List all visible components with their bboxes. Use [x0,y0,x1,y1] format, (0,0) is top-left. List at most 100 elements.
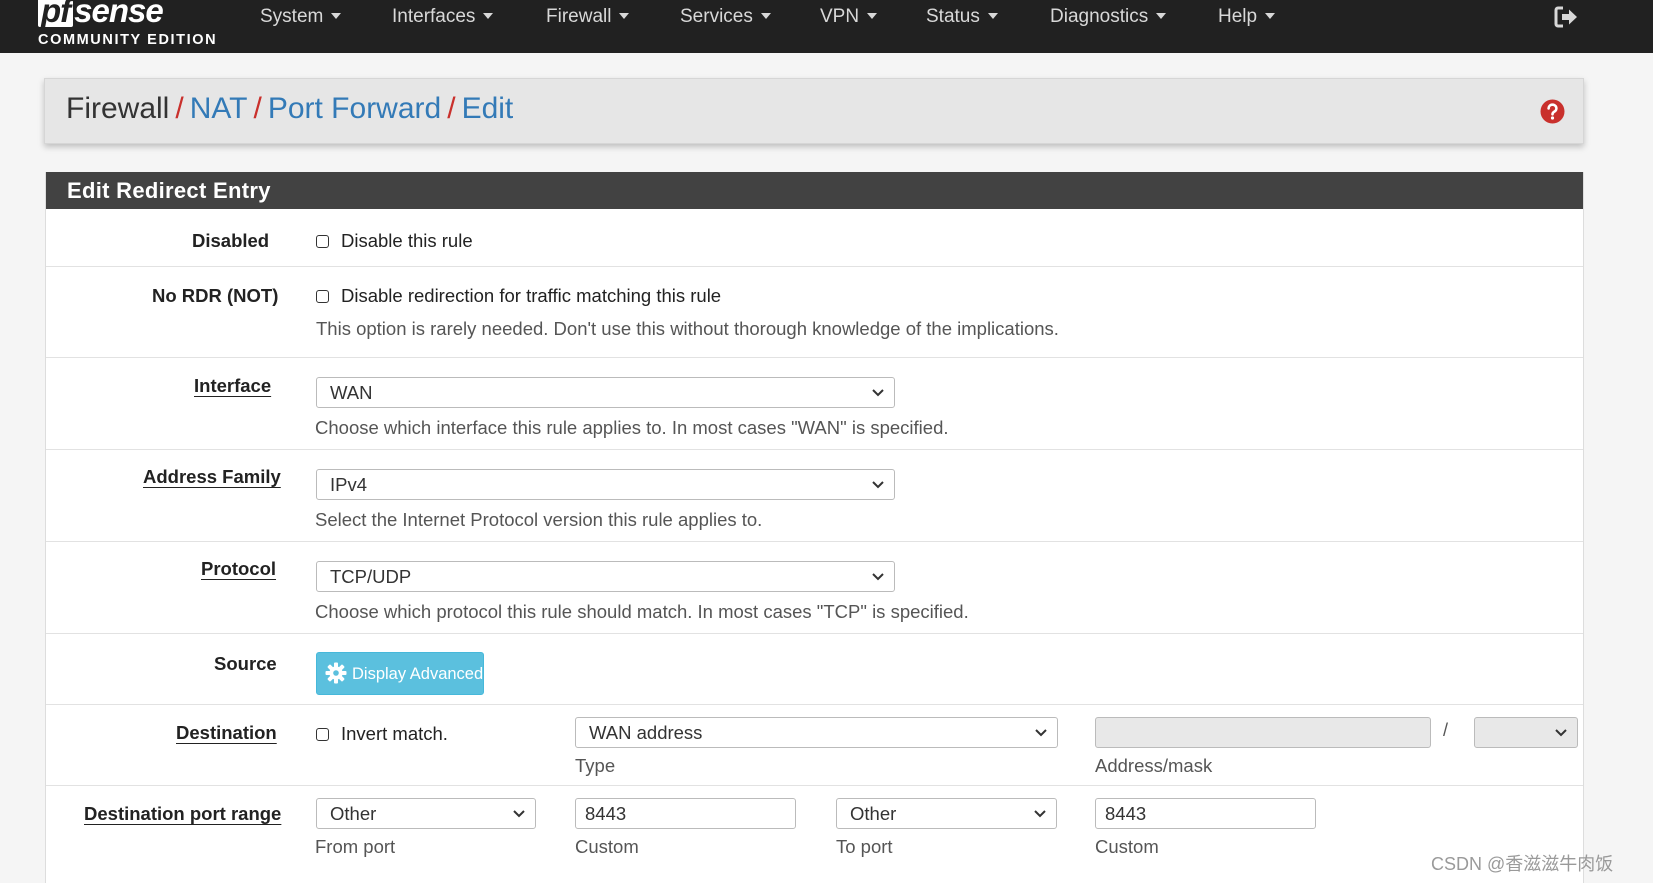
source-label: Source [214,653,277,674]
row-protocol: Protocol TCP/UDP Choose which protocol t… [46,542,1583,634]
caret-down-icon [619,13,630,19]
menu-diagnostics-label: Diagnostics [1050,6,1149,27]
caret-down-icon [867,13,878,19]
nordr-label: No RDR (NOT) [152,285,279,306]
menu-vpn-label: VPN [820,6,860,27]
row-destination-port-range: Destination port range Other From port 8… [46,786,1583,883]
menu-diagnostics[interactable]: Diagnostics [1050,6,1167,28]
row-disabled: Disabled Disable this rule [46,209,1583,267]
address-mask-caption: Address/mask [1095,755,1213,776]
row-interface: Interface WAN Choose which interface thi… [46,358,1583,450]
to-port-select-value: Other [850,803,897,824]
gear-icon [325,662,347,684]
watermark: CSDN @香滋滋牛肉饭 [1431,854,1614,874]
protocol-label: Protocol [201,558,277,579]
question-circle-icon[interactable] [1540,99,1565,124]
destination-type-caption: Type [575,755,616,776]
nordr-help: This option is rarely needed. Don't use … [316,318,1059,339]
destination-port-range-label: Destination port range [84,803,282,824]
breadcrumb-separator: / [253,92,262,125]
menu-system-label: System [260,6,324,27]
destination-address-input [1095,717,1431,748]
menu-status[interactable]: Status [926,6,998,28]
destination-type-select[interactable]: WAN address [575,717,1058,748]
protocol-select-value: TCP/UDP [330,566,412,587]
disable-rule-checkbox-label[interactable]: Disable this rule [341,230,473,252]
logo-sense: sense [74,0,164,29]
interface-select-value: WAN [330,382,373,403]
chevron-down-icon [872,573,884,581]
address-family-select[interactable]: IPv4 [316,469,895,500]
protocol-help: Choose which protocol this rule should m… [315,601,969,622]
menu-services[interactable]: Services [680,6,771,28]
logo-wordmark: pf sense [38,0,164,29]
logo-edition: COMMUNITY EDITION [38,32,218,48]
to-port-custom-value: 8443 [1105,803,1147,824]
display-advanced-label: Display Advanced [352,665,484,683]
top-navbar: pf sense COMMUNITY EDITION System Interfa… [0,0,1653,53]
interface-label: Interface [194,375,272,396]
chevron-down-icon [1555,729,1567,737]
interface-select[interactable]: WAN [316,377,895,408]
to-port-select[interactable]: Other [836,798,1057,829]
menu-firewall-label: Firewall [546,6,612,27]
from-port-custom-value: 8443 [585,803,627,824]
chevron-down-icon [872,481,884,489]
caret-down-icon [483,13,494,19]
chevron-down-icon [1035,729,1047,737]
caret-down-icon [331,13,342,19]
breadcrumb-edit[interactable]: Edit [462,92,514,125]
breadcrumb-bar: Firewall / NAT / Port Forward / Edit [44,78,1584,144]
address-family-help: Select the Internet Protocol version thi… [315,509,763,530]
nordr-checkbox[interactable] [316,290,329,303]
nordr-checkbox-label[interactable]: Disable redirection for traffic matching… [341,285,721,307]
menu-help[interactable]: Help [1218,6,1276,28]
destination-mask-select [1474,717,1578,748]
menu-services-label: Services [680,6,753,27]
address-family-select-value: IPv4 [330,474,368,495]
breadcrumb-separator: / [175,92,184,125]
logo-pf: pf [38,0,74,27]
interface-help: Choose which interface this rule applies… [315,417,949,438]
breadcrumb-port-forward[interactable]: Port Forward [268,92,441,125]
sign-out-icon[interactable] [1553,4,1579,30]
row-source: Source Display Advanced [46,634,1583,705]
menu-help-label: Help [1218,6,1258,27]
row-nordr: No RDR (NOT) Disable redirection for tra… [46,267,1583,358]
to-port-custom-caption: Custom [1095,836,1159,857]
menu-interfaces-label: Interfaces [392,6,476,27]
display-advanced-button[interactable]: Display Advanced [316,652,484,695]
menu-vpn[interactable]: VPN [820,6,878,28]
from-port-custom-input[interactable]: 8443 [575,798,796,829]
breadcrumb-firewall: Firewall [66,92,170,125]
chevron-down-icon [513,810,525,818]
from-port-select-value: Other [330,803,377,824]
destination-type-value: WAN address [589,722,703,743]
protocol-select[interactable]: TCP/UDP [316,561,895,592]
invert-match-checkbox[interactable] [316,728,329,741]
destination-label: Destination [176,722,277,743]
disable-rule-checkbox[interactable] [316,235,329,248]
caret-down-icon [1156,13,1167,19]
row-address-family: Address Family IPv4 Select the Internet … [46,450,1583,542]
menu-system[interactable]: System [260,6,342,28]
breadcrumb-separator: / [447,92,456,125]
caret-down-icon [987,13,998,19]
to-port-custom-input[interactable]: 8443 [1095,798,1316,829]
menu-interfaces[interactable]: Interfaces [392,6,494,28]
chevron-down-icon [1034,810,1046,818]
disabled-label: Disabled [192,230,270,251]
from-port-caption: From port [315,836,396,857]
from-port-custom-caption: Custom [575,836,639,857]
invert-match-label[interactable]: Invert match. [341,723,448,745]
breadcrumb-nat[interactable]: NAT [190,92,248,125]
edit-redirect-panel: Edit Redirect Entry Disabled Disable thi… [45,172,1584,883]
menu-status-label: Status [926,6,980,27]
from-port-select[interactable]: Other [316,798,536,829]
to-port-caption: To port [836,836,893,857]
menu-firewall[interactable]: Firewall [546,6,630,28]
panel-title: Edit Redirect Entry [67,178,271,203]
caret-down-icon [1265,13,1276,19]
pfsense-logo[interactable]: pf sense COMMUNITY EDITION [38,0,228,53]
breadcrumb: Firewall / NAT / Port Forward / Edit [66,92,513,126]
